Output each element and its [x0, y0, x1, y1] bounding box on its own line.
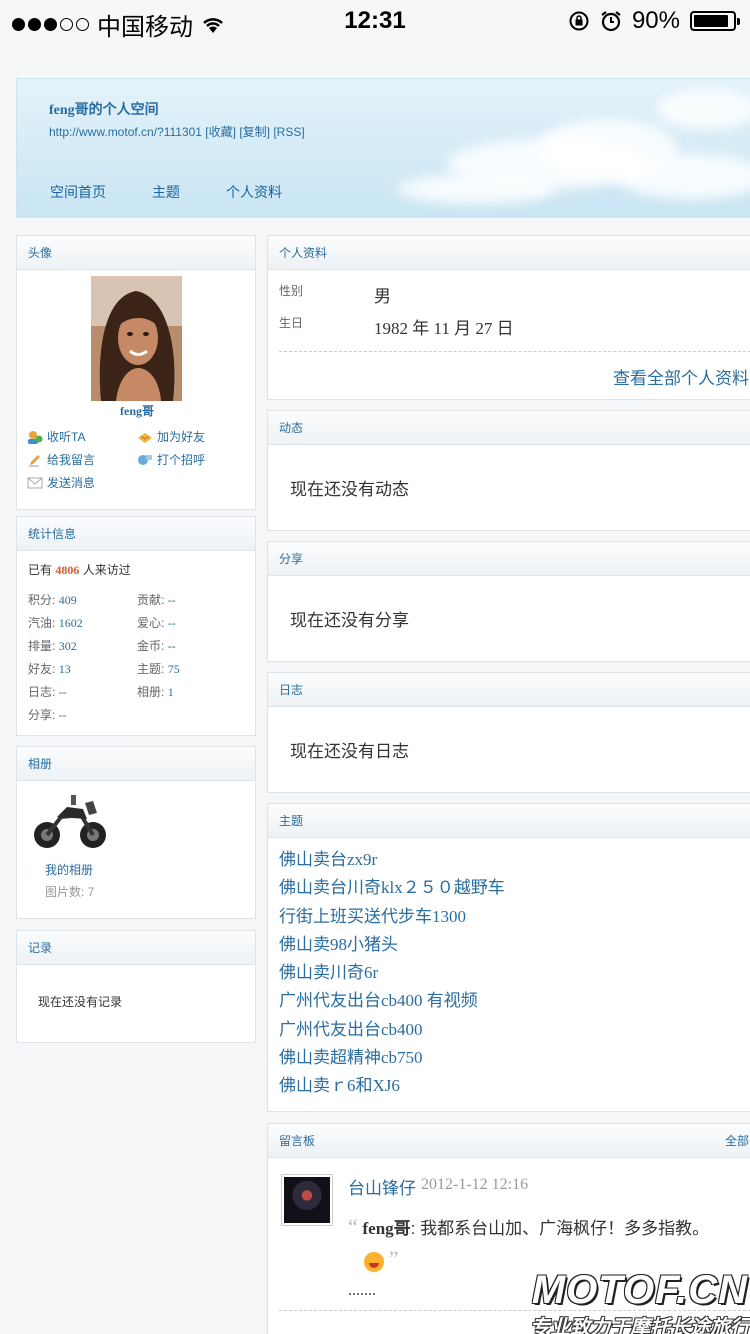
- view-all-link[interactable]: 全部: [725, 1124, 749, 1158]
- share-panel: 分享 现在还没有分享: [267, 541, 750, 662]
- pencil-icon: [27, 453, 43, 467]
- rotation-lock-icon: [569, 11, 589, 31]
- watermark-logo: MOTOF.CN 专业致力于摩托长途旅行: [504, 1268, 750, 1334]
- album-photo-count: 图片数: 7: [45, 885, 95, 899]
- space-header: feng哥的个人空间 http://www.motof.cn/?111301 […: [16, 78, 750, 218]
- leave-message-label: 给我留言: [47, 453, 96, 467]
- envelope-icon: [27, 476, 43, 490]
- avatar-panel: 头像 feng哥 收听TA 加为好友 给我留言 打个招呼 发送消息: [16, 235, 256, 510]
- space-title: feng哥的个人空间: [49, 103, 159, 118]
- feed-panel: 动态 现在还没有动态: [267, 410, 750, 531]
- avatar[interactable]: [281, 1174, 333, 1226]
- panel-title: 统计信息: [17, 517, 255, 551]
- user-name[interactable]: feng哥: [17, 402, 257, 419]
- empty-message: 现在还没有分享: [290, 611, 409, 630]
- panel-title: 个人资料: [268, 236, 750, 270]
- album-cover[interactable]: [31, 789, 107, 855]
- empty-message: 现在还没有记录: [38, 995, 123, 1009]
- panel-title: 主题: [268, 804, 750, 838]
- add-friend-button[interactable]: 加为好友: [137, 428, 205, 445]
- topic-link[interactable]: 行街上班买送代步车1300: [279, 903, 505, 931]
- panel-title: 留言板 全部: [268, 1124, 750, 1158]
- battery-icon: [690, 11, 740, 31]
- album-name[interactable]: 我的相册: [45, 861, 93, 878]
- quote-close-icon: ”: [388, 1246, 399, 1271]
- topic-list: 佛山卖台zx9r 佛山卖台川奇klx２５０越野车 行街上班买送代步车1300 佛山卖9…: [279, 846, 505, 1101]
- follow-label: 收听TA: [47, 430, 86, 444]
- birthday-value: 1982 年 11 月 27 日: [374, 319, 514, 338]
- greet-button[interactable]: 打个招呼: [137, 451, 205, 468]
- stats-panel: 统计信息 已有 4806 人来访过 积分: 409 贡献: -- 汽油: 1602 爱…: [16, 516, 256, 736]
- add-friend-label: 加为好友: [157, 430, 206, 444]
- message-content: “ feng哥: 我都系台山加、广海枫仔！多多指教。 ”: [348, 1214, 710, 1272]
- records-panel: 记录 现在还没有记录: [16, 930, 256, 1043]
- empty-message: 现在还没有日志: [290, 742, 409, 761]
- status-bar: 中国移动 12:31 90%: [0, 0, 750, 44]
- nav-topics[interactable]: 主题: [152, 182, 180, 202]
- birthday-label: 生日: [279, 316, 304, 330]
- panel-title: 相册: [17, 747, 255, 781]
- battery-percent: 90%: [631, 7, 680, 34]
- watermark-slogan: 专业致力于摩托长途旅行: [530, 1315, 750, 1334]
- avatar[interactable]: [91, 276, 182, 401]
- gender-label: 性别: [279, 284, 304, 298]
- blog-panel: 日志 现在还没有日志: [267, 672, 750, 793]
- empty-message: 现在还没有动态: [290, 480, 409, 499]
- follow-icon: [27, 430, 43, 444]
- topic-link[interactable]: 佛山卖川奇6r: [279, 959, 505, 987]
- stat-item: 日志: --: [28, 685, 67, 699]
- stat-item: 汽油: 1602: [28, 616, 83, 630]
- watermark-logo-text: MOTOF.CN: [531, 1268, 748, 1312]
- topic-link[interactable]: 佛山卖超精神cb750: [279, 1044, 505, 1072]
- stat-item: 相册: 1: [137, 685, 174, 699]
- topic-link[interactable]: 广州代友出台cb400 有视频: [279, 987, 505, 1015]
- topic-link[interactable]: 佛山卖ｒ6和XJ6: [279, 1072, 505, 1100]
- topic-link[interactable]: 佛山卖台川奇klx２５０越野车: [279, 874, 505, 902]
- panel-title: 动态: [268, 411, 750, 445]
- follow-button[interactable]: 收听TA: [27, 428, 85, 445]
- leave-message-button[interactable]: 给我留言: [27, 451, 95, 468]
- greet-icon: [137, 453, 153, 467]
- stat-item: 主题: 75: [137, 662, 180, 676]
- stat-item: 好友: 13: [28, 662, 71, 676]
- album-panel: 相册 我的相册 图片数: 7: [16, 746, 256, 919]
- gender-value: 男: [374, 287, 391, 306]
- send-message-button[interactable]: 发送消息: [27, 474, 95, 491]
- add-friend-icon: [137, 430, 153, 444]
- view-full-profile-link[interactable]: 查看全部个人资料: [613, 364, 749, 389]
- visit-count: 已有 4806 人来访过: [28, 563, 131, 577]
- panel-title: 头像: [17, 236, 255, 270]
- topic-link[interactable]: 佛山卖台zx9r: [279, 846, 505, 874]
- message-time: 2012-1-12 12:16: [421, 1176, 529, 1193]
- stat-item: 分享: --: [28, 708, 67, 722]
- space-nav: 空间首页 主题 个人资料: [50, 182, 282, 202]
- panel-title: 记录: [17, 931, 255, 965]
- stat-item: 爱心: --: [137, 616, 176, 630]
- profile-panel: 个人资料 性别 男 生日 1982 年 11 月 27 日 查看全部个人资料: [267, 235, 750, 400]
- message-ellipsis: .......: [348, 1282, 376, 1299]
- quote-open-icon: “: [348, 1214, 358, 1239]
- divider: [279, 351, 750, 352]
- topic-link[interactable]: 广州代友出台cb400: [279, 1016, 505, 1044]
- nav-home[interactable]: 空间首页: [50, 182, 106, 202]
- send-message-label: 发送消息: [47, 476, 96, 490]
- stat-item: 积分: 409: [28, 593, 77, 607]
- topic-link[interactable]: 佛山卖98小猪头: [279, 931, 505, 959]
- nav-profile[interactable]: 个人资料: [226, 182, 282, 202]
- stat-item: 排量: 302: [28, 639, 77, 653]
- stat-item: 贡献: --: [137, 593, 176, 607]
- space-url-line[interactable]: http://www.motof.cn/?111301 [收藏] [复制] [R…: [49, 123, 305, 140]
- alarm-icon: [601, 11, 621, 32]
- topics-panel: 主题 佛山卖台zx9r 佛山卖台川奇klx２５０越野车 行街上班买送代步车1300 佛…: [267, 803, 750, 1112]
- greet-label: 打个招呼: [157, 453, 206, 467]
- stat-item: 金币: --: [137, 639, 176, 653]
- grin-emoji-icon: [364, 1251, 384, 1272]
- panel-title: 分享: [268, 542, 750, 576]
- message-author[interactable]: 台山锋仔: [348, 1174, 416, 1199]
- panel-title: 日志: [268, 673, 750, 707]
